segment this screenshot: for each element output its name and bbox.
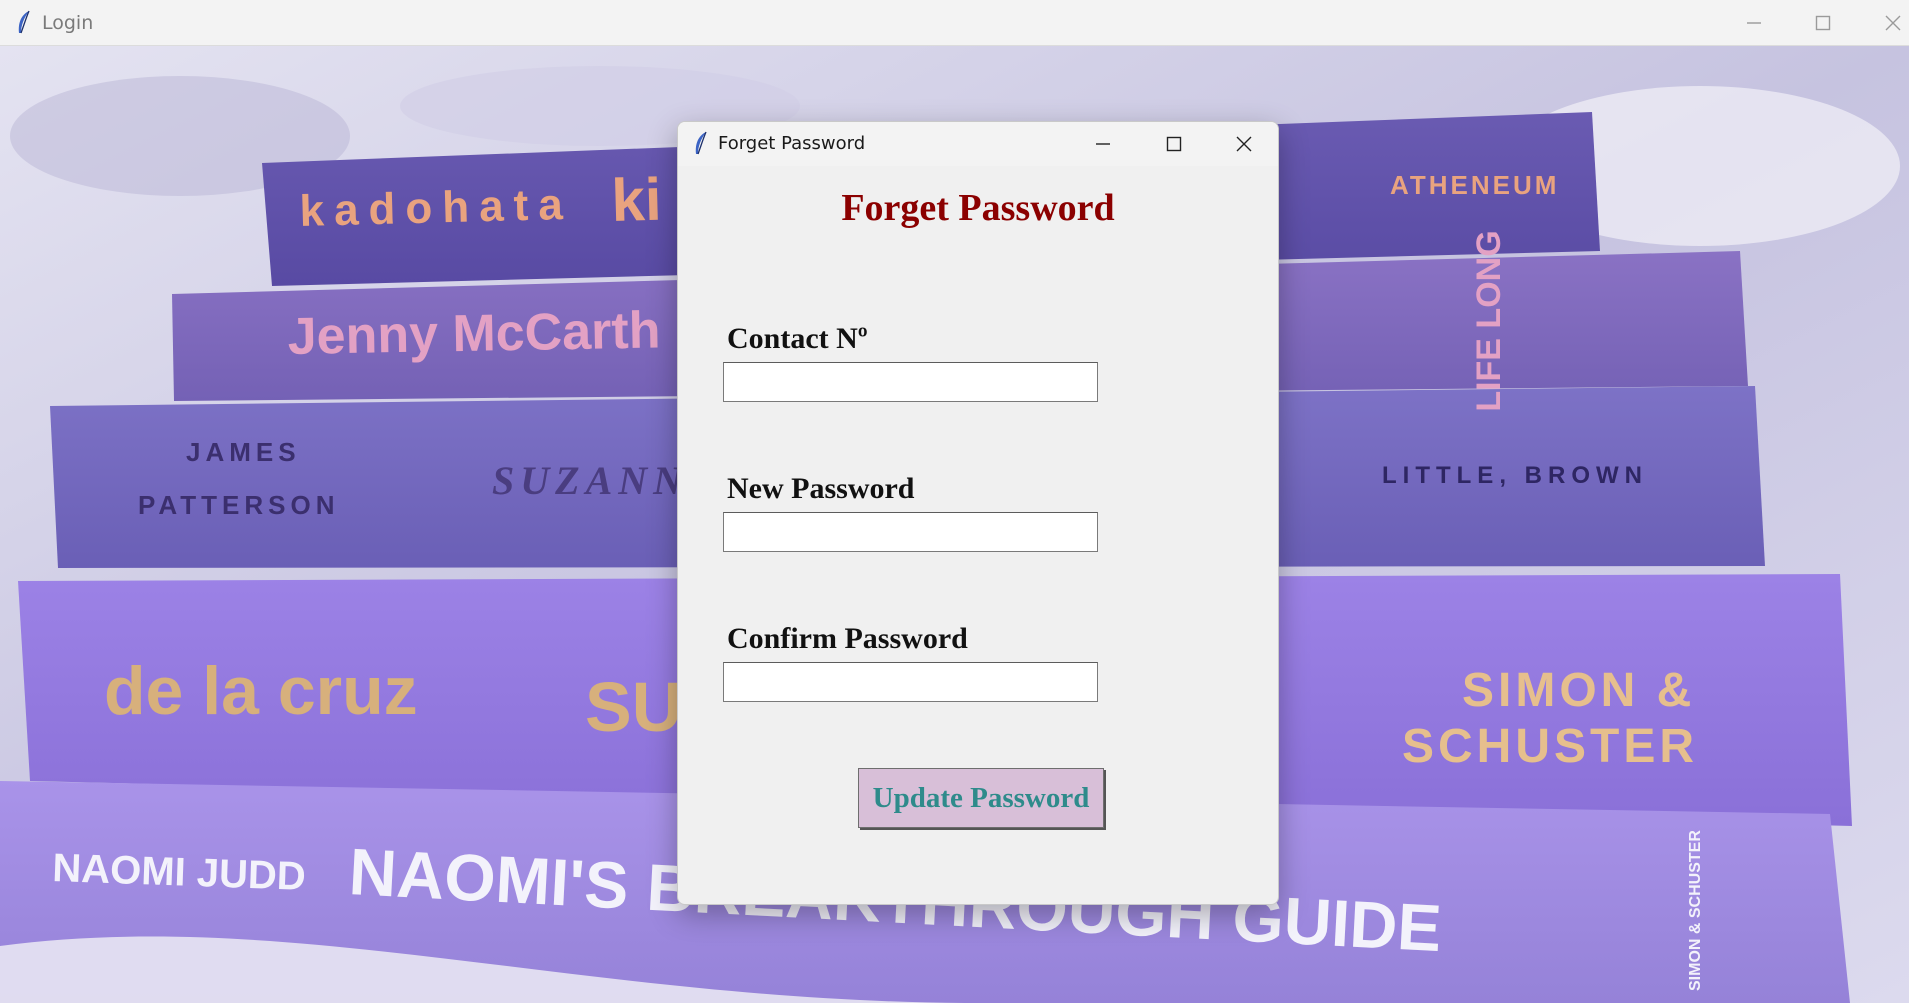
main-window-title: Login	[42, 12, 94, 34]
spine-little-brown: LITTLE, BROWN	[1382, 462, 1648, 489]
dialog-heading: Forget Password	[841, 187, 1115, 229]
dialog-titlebar: Forget Password	[678, 122, 1278, 166]
new-password-label: New Password	[727, 472, 915, 505]
update-password-button[interactable]: Update Password	[858, 768, 1104, 828]
spine-james: JAMES	[186, 437, 301, 467]
spine-jenny: Jenny McCarth	[287, 302, 661, 366]
new-password-input[interactable]	[723, 512, 1098, 552]
main-close-button[interactable]	[1860, 0, 1909, 46]
spine-simon: SIMON &	[1462, 664, 1695, 717]
spine-lifelong: LIFE LONG	[1470, 230, 1508, 411]
spine-atheneum: ATHENEUM	[1390, 170, 1559, 200]
main-titlebar: Login	[0, 0, 1909, 46]
maximize-icon	[1166, 136, 1182, 152]
feather-app-icon	[18, 10, 30, 34]
contact-number-label: Contact Nº	[727, 322, 868, 355]
spine-kadohata: kadohata	[299, 180, 573, 236]
confirm-password-label: Confirm Password	[727, 622, 968, 655]
close-icon	[1236, 136, 1252, 152]
dialog-title: Forget Password	[718, 133, 866, 154]
contact-number-input[interactable]	[723, 362, 1098, 402]
main-maximize-button[interactable]	[1790, 0, 1856, 46]
main-minimize-button[interactable]	[1721, 0, 1787, 46]
spine-naomi-judd: NAOMI JUDD	[52, 846, 307, 899]
feather-app-icon	[695, 131, 707, 155]
spine-delacruz: de la cruz	[104, 653, 418, 729]
spine-su: SU	[585, 668, 682, 746]
spine-ki: ki	[611, 166, 663, 234]
minimize-icon	[1096, 143, 1110, 145]
spine-schuster: SCHUSTER	[1402, 720, 1698, 773]
dialog-close-button[interactable]	[1212, 122, 1276, 166]
dialog-minimize-button[interactable]	[1071, 122, 1135, 166]
close-icon	[1885, 15, 1901, 31]
confirm-password-input[interactable]	[723, 662, 1098, 702]
minimize-icon	[1747, 22, 1761, 24]
dialog-maximize-button[interactable]	[1142, 122, 1206, 166]
forget-password-dialog: Forget Password Forget Password Contact …	[677, 121, 1279, 905]
maximize-icon	[1815, 15, 1831, 31]
spine-patterson: PATTERSON	[138, 490, 339, 520]
spine-simon-schuster-small: SIMON & SCHUSTER	[1687, 830, 1704, 991]
